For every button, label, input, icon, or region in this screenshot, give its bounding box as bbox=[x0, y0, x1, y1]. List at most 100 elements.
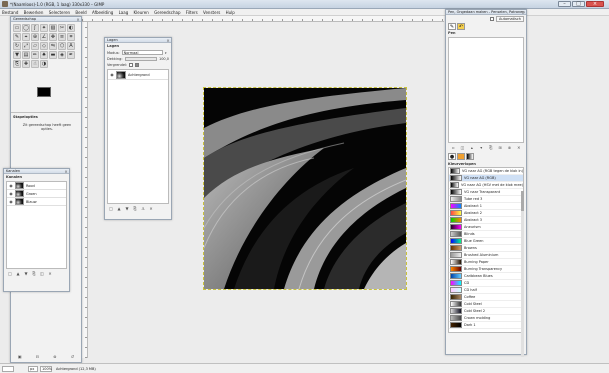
gradient-row[interactable]: Brushed Aluminium bbox=[449, 252, 523, 259]
cage-icon[interactable]: ⬡ bbox=[58, 42, 66, 50]
tab-brushes[interactable]: ● bbox=[448, 153, 456, 160]
gradient-row[interactable]: Cold Steel bbox=[449, 301, 523, 308]
pen-action-icon[interactable]: ⊗ bbox=[506, 145, 512, 150]
pen-action-icon[interactable]: ⎘ bbox=[488, 145, 494, 150]
tab-undo[interactable]: ↶ bbox=[457, 23, 465, 30]
gradient-row[interactable]: Aneurism bbox=[449, 224, 523, 231]
measure-icon[interactable]: ∠ bbox=[40, 33, 48, 41]
heal-icon[interactable]: ✚ bbox=[22, 60, 30, 68]
channel-row-blue[interactable]: ◉ Blauw bbox=[7, 198, 66, 206]
channel-row-green[interactable]: ◉ Groen bbox=[7, 190, 66, 198]
gradient-row[interactable]: Tube red 3 bbox=[449, 196, 523, 203]
color-picker-icon[interactable]: ⌖ bbox=[22, 33, 30, 41]
gradient-row[interactable]: VG naar AG (HSV met de klok mee) bbox=[449, 182, 523, 189]
gradient-row[interactable]: Crown molding bbox=[449, 315, 523, 322]
foreground-color-swatch[interactable] bbox=[37, 87, 51, 97]
fuzzy-select-icon[interactable]: ✦ bbox=[40, 24, 48, 32]
auto-checkbox[interactable] bbox=[490, 17, 494, 21]
visibility-eye-icon[interactable]: ◉ bbox=[9, 199, 13, 204]
menu-beeld[interactable]: Beeld bbox=[73, 9, 88, 16]
new-channel-icon[interactable]: □ bbox=[7, 271, 13, 276]
layers-close-icon[interactable]: × bbox=[166, 38, 170, 42]
gradient-row[interactable]: Coffee bbox=[449, 294, 523, 301]
gradient-row[interactable]: VG naar AG (RGB) bbox=[449, 175, 523, 182]
image-canvas[interactable] bbox=[203, 87, 407, 290]
mode-chevron-icon[interactable]: ▾ bbox=[165, 51, 169, 55]
gradient-row[interactable]: Burning Transparency bbox=[449, 266, 523, 273]
close-window-button[interactable]: × bbox=[586, 1, 604, 7]
menu-selecteren[interactable]: Selecteren bbox=[47, 9, 72, 16]
ellipse-select-icon[interactable]: ◯ bbox=[22, 24, 30, 32]
paths-icon[interactable]: ✎ bbox=[13, 33, 21, 41]
pen-action-icon[interactable]: ▴ bbox=[469, 145, 475, 150]
gradient-row[interactable]: Abstract 1 bbox=[449, 203, 523, 210]
new-layer-icon[interactable]: □ bbox=[108, 206, 114, 211]
visibility-eye-icon[interactable]: ◉ bbox=[9, 183, 13, 188]
gradient-row[interactable]: Browns bbox=[449, 245, 523, 252]
tab-patterns[interactable] bbox=[457, 153, 465, 160]
menu-laag[interactable]: Laag bbox=[117, 9, 131, 16]
airbrush-icon[interactable]: ◈ bbox=[58, 51, 66, 59]
gradient-row[interactable]: Blue Green bbox=[449, 238, 523, 245]
maximize-button[interactable]: □ bbox=[572, 1, 585, 7]
gradient-row[interactable]: Blinds bbox=[449, 231, 523, 238]
lower-layer-icon[interactable]: ▼ bbox=[124, 206, 130, 211]
flip-icon[interactable]: ⇋ bbox=[49, 42, 57, 50]
lock-pixels-checkbox[interactable] bbox=[129, 63, 134, 67]
tab-gradients[interactable] bbox=[466, 153, 474, 160]
visibility-eye-icon[interactable]: ◉ bbox=[9, 191, 13, 196]
color-select-icon[interactable]: ▧ bbox=[49, 24, 57, 32]
channel-row-red[interactable]: ◉ Rood bbox=[7, 182, 66, 190]
zoom-select[interactable]: 100% bbox=[40, 366, 52, 372]
toolbox-close-icon[interactable]: × bbox=[76, 17, 80, 21]
smudge-icon[interactable]: ☝ bbox=[31, 60, 39, 68]
gradient-row[interactable]: CD bbox=[449, 280, 523, 287]
clone-icon[interactable]: ⎘ bbox=[13, 60, 21, 68]
align-icon[interactable]: ≡ bbox=[58, 33, 66, 41]
raise-channel-icon[interactable]: ▲ bbox=[15, 271, 21, 276]
channels-close-icon[interactable]: × bbox=[64, 169, 68, 173]
pen-action-icon[interactable]: ▾ bbox=[478, 145, 484, 150]
pen-action-icon[interactable]: ▫ bbox=[450, 145, 456, 150]
gradient-row[interactable]: Burning Paper bbox=[449, 259, 523, 266]
menu-bestand[interactable]: Bestand bbox=[0, 9, 20, 16]
pen-action-icon[interactable]: ⊞ bbox=[497, 145, 503, 150]
dodge-burn-icon[interactable]: ◑ bbox=[40, 60, 48, 68]
paintbrush-icon[interactable]: ♠ bbox=[40, 51, 48, 59]
crop-icon[interactable]: ⌗ bbox=[67, 33, 75, 41]
gradient-row[interactable]: Cold Steel 2 bbox=[449, 308, 523, 315]
scissors-icon[interactable]: ✂ bbox=[58, 24, 66, 32]
pen-action-icon[interactable]: ✕ bbox=[516, 145, 522, 150]
lock-alpha-icon[interactable] bbox=[135, 63, 140, 67]
gradient-row[interactable]: VG naar AG (RGB tegen de klok in) bbox=[449, 168, 523, 175]
unit-select[interactable]: px bbox=[28, 366, 38, 372]
eraser-icon[interactable]: ▬ bbox=[49, 51, 57, 59]
move-icon[interactable]: ✥ bbox=[49, 33, 57, 41]
menu-gereedschap[interactable]: Gereedschap bbox=[152, 9, 182, 16]
menu-hulp[interactable]: Hulp bbox=[224, 9, 237, 16]
layer-row[interactable]: ◉ Achtergrond bbox=[108, 70, 168, 80]
shear-icon[interactable]: ▱ bbox=[31, 42, 39, 50]
visibility-eye-icon[interactable]: ◉ bbox=[110, 72, 114, 77]
blend-icon[interactable]: ▤ bbox=[22, 51, 30, 59]
menu-kleuren[interactable]: Kleuren bbox=[132, 9, 151, 16]
gradient-row[interactable]: CD half bbox=[449, 287, 523, 294]
opacity-value[interactable]: 100,0 bbox=[159, 57, 169, 61]
delete-channel-icon[interactable]: ✕ bbox=[47, 271, 53, 276]
right-dock-close-icon[interactable]: × bbox=[521, 10, 525, 14]
lower-channel-icon[interactable]: ▼ bbox=[23, 271, 29, 276]
duplicate-layer-icon[interactable]: ⎘ bbox=[132, 206, 138, 211]
gradient-row[interactable]: VG naar Transparant bbox=[449, 189, 523, 196]
tab-pen[interactable]: ✎ bbox=[448, 23, 456, 30]
text-icon[interactable]: A bbox=[67, 42, 75, 50]
opacity-slider[interactable] bbox=[124, 57, 157, 61]
pencil-icon[interactable]: ✏ bbox=[31, 51, 39, 59]
gradient-row[interactable]: Abstract 2 bbox=[449, 210, 523, 217]
auto-button[interactable]: Automatisch bbox=[496, 16, 524, 22]
scale-icon[interactable]: ⤢ bbox=[22, 42, 30, 50]
gradient-row[interactable]: Dark 1 bbox=[449, 322, 523, 329]
gradient-row[interactable]: Caribbean Blues bbox=[449, 273, 523, 280]
menu-vensters[interactable]: Vensters bbox=[201, 9, 222, 16]
gradient-row[interactable]: Abstract 3 bbox=[449, 217, 523, 224]
anchor-layer-icon[interactable]: ⚓ bbox=[140, 206, 146, 211]
